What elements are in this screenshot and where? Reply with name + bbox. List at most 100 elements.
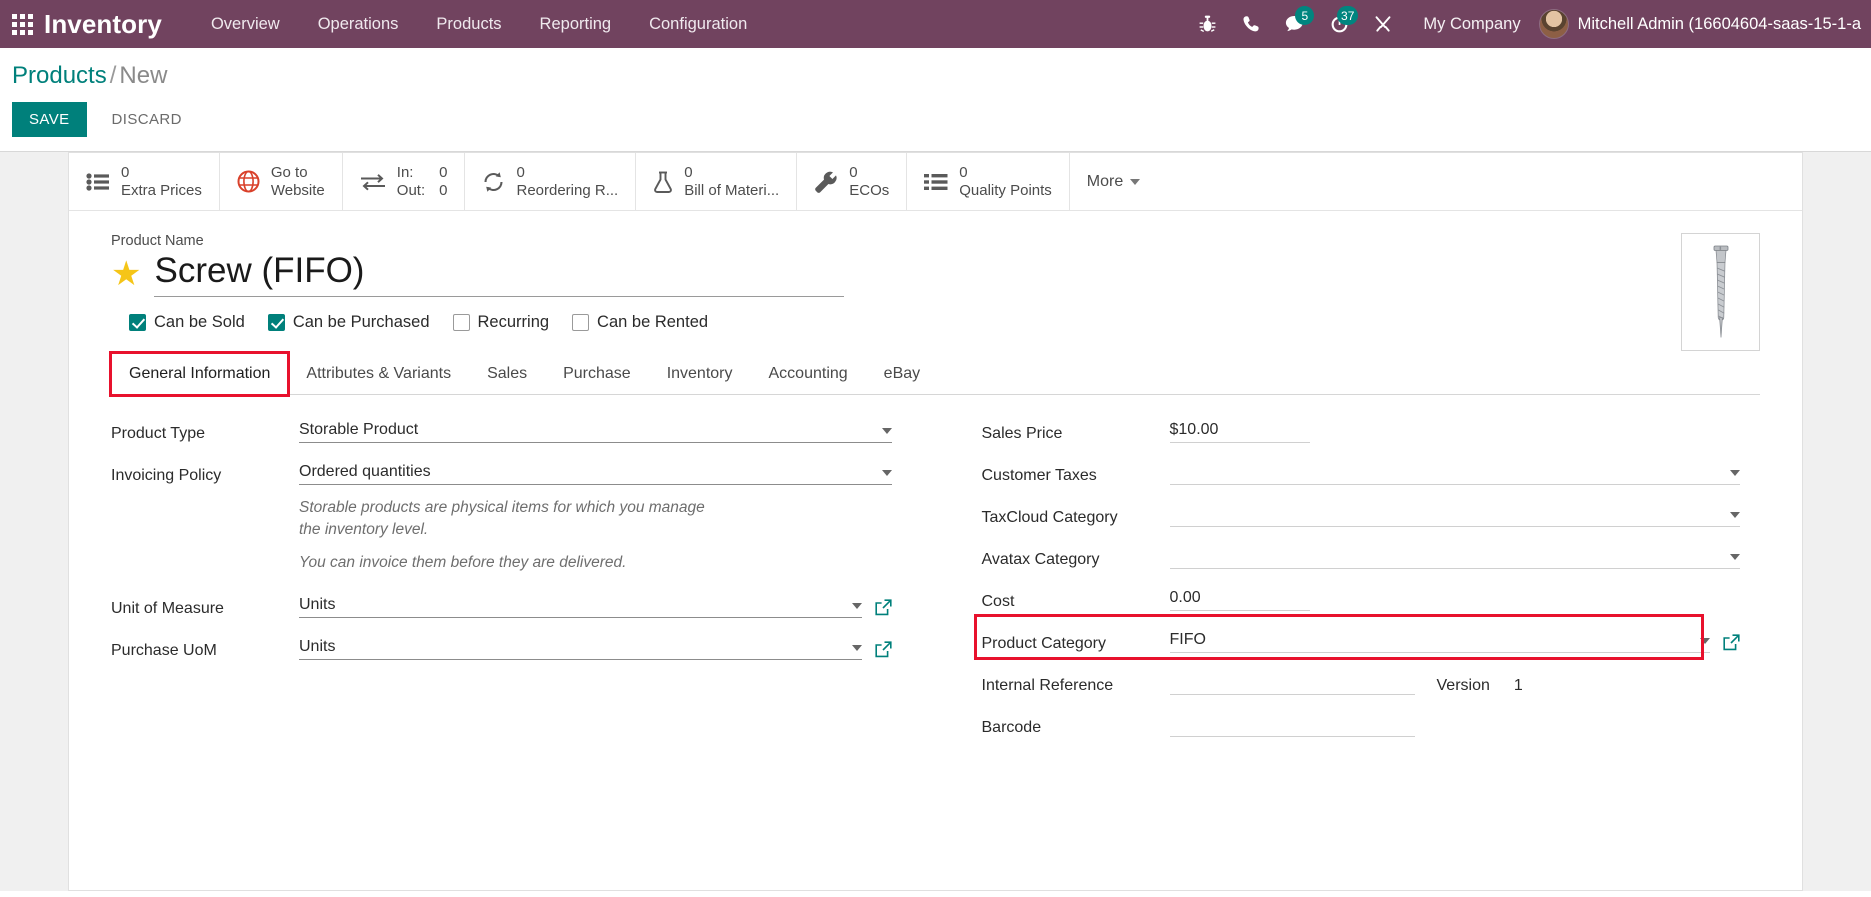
stat-value: 0 bbox=[516, 164, 525, 182]
stat-button-extra-prices[interactable]: 0 Extra Prices bbox=[69, 153, 220, 210]
field-label: TaxCloud Category bbox=[981, 509, 1118, 526]
product-name-label: Product Name bbox=[111, 233, 204, 249]
stat-value: 0 bbox=[684, 164, 693, 182]
checkbox-box[interactable] bbox=[572, 314, 590, 331]
stat-text: 0 Reordering R... bbox=[516, 164, 618, 199]
menu-item-operations[interactable]: Operations bbox=[299, 0, 418, 48]
app-brand-inventory[interactable]: Inventory bbox=[44, 9, 162, 40]
tools-icon[interactable] bbox=[1361, 0, 1405, 48]
chevron-down-icon bbox=[1700, 638, 1710, 644]
breadcrumb-current: New bbox=[119, 62, 168, 89]
internal-reference-input[interactable] bbox=[1169, 669, 1415, 695]
product-type-select[interactable]: Storable Product bbox=[299, 417, 892, 443]
stat-button-quality-points[interactable]: 0 Quality Points bbox=[907, 153, 1070, 210]
screw-image-icon bbox=[1713, 245, 1728, 338]
tab-attributes-variants[interactable]: Attributes & Variants bbox=[288, 353, 469, 395]
avatax-category-input[interactable] bbox=[1169, 543, 1740, 569]
version-label: Version bbox=[1436, 677, 1490, 694]
checkbox-can-be-rented[interactable]: Can be Rented bbox=[572, 313, 708, 332]
field-internal-reference: Internal Reference Version 1 bbox=[982, 665, 1741, 695]
cost-input[interactable]: 0.00 bbox=[1169, 585, 1310, 611]
field-purchase-uom: Purchase UoM Units bbox=[111, 630, 892, 661]
sheet-background: 0 Extra Prices Go to Website In: Out: 0 … bbox=[0, 152, 1871, 891]
stat-button-go-to-website[interactable]: Go to Website bbox=[220, 153, 343, 210]
apps-grid-icon[interactable] bbox=[0, 13, 44, 35]
customer-taxes-input[interactable] bbox=[1169, 459, 1740, 485]
checkbox-can-be-sold[interactable]: Can be Sold bbox=[129, 313, 245, 332]
checkbox-recurring[interactable]: Recurring bbox=[452, 313, 549, 332]
tab-general-information[interactable]: General Information bbox=[108, 351, 291, 397]
stat-value: 0 bbox=[959, 164, 968, 182]
field-sales-price: Sales Price $10.00 bbox=[982, 413, 1741, 443]
messages-icon[interactable]: 5 bbox=[1273, 0, 1317, 48]
product-category-select[interactable]: FIFO bbox=[1169, 627, 1710, 653]
field-label: Unit of Measure bbox=[111, 600, 224, 618]
stat-label: Reordering R... bbox=[516, 181, 619, 199]
more-stat-buttons-dropdown[interactable]: More bbox=[1070, 153, 1157, 210]
form-body: Product Name ★ Screw (FIFO) Can be Sold … bbox=[69, 211, 1802, 749]
stat-button-bill-of-materials[interactable]: 0 Bill of Materi... bbox=[636, 153, 798, 210]
menu-item-products[interactable]: Products bbox=[417, 0, 520, 48]
purchase-uom-select[interactable]: Units bbox=[299, 634, 862, 661]
tab-purchase[interactable]: Purchase bbox=[545, 353, 649, 395]
tab-ebay[interactable]: eBay bbox=[866, 353, 938, 395]
star-icon[interactable]: ★ bbox=[111, 257, 141, 291]
field-value: Storable Product bbox=[299, 421, 419, 438]
globe-icon bbox=[237, 170, 260, 193]
unit-of-measure-select[interactable]: Units bbox=[299, 592, 862, 619]
stat-button-ecos[interactable]: 0 ECOs bbox=[797, 153, 908, 210]
breadcrumb: Products / New bbox=[12, 62, 1871, 90]
version-value: 1 bbox=[1513, 677, 1523, 694]
invoicing-policy-select[interactable]: Ordered quantities bbox=[299, 459, 892, 485]
stat-button-row: 0 Extra Prices Go to Website In: Out: 0 … bbox=[69, 153, 1802, 211]
stat-value: 0 bbox=[121, 164, 130, 182]
stat-text: 0 Quality Points bbox=[959, 164, 1052, 199]
checkbox-box[interactable] bbox=[452, 314, 470, 331]
external-link-icon[interactable] bbox=[874, 641, 892, 660]
user-menu[interactable]: Mitchell Admin (16604604-saas-15-1-a bbox=[1538, 9, 1871, 39]
stat-text: 0 ECOs bbox=[849, 164, 889, 199]
activity-clock-icon[interactable]: 37 bbox=[1317, 0, 1361, 48]
transfer-icon bbox=[360, 173, 386, 191]
invoicing-policy-hint: You can invoice them before they are del… bbox=[299, 553, 627, 571]
stat-text: In: Out: 0 0 bbox=[397, 164, 448, 200]
checkbox-can-be-purchased[interactable]: Can be Purchased bbox=[267, 313, 430, 332]
product-name-input[interactable]: Screw (FIFO) bbox=[154, 251, 845, 297]
tab-sales[interactable]: Sales bbox=[469, 353, 545, 395]
discard-button[interactable]: DISCARD bbox=[95, 102, 199, 137]
external-link-icon[interactable] bbox=[1723, 634, 1740, 653]
product-image[interactable] bbox=[1681, 233, 1760, 351]
stat-button-in-out[interactable]: In: Out: 0 0 bbox=[343, 153, 466, 210]
phone-icon[interactable] bbox=[1229, 0, 1273, 48]
taxcloud-category-input[interactable] bbox=[1169, 501, 1740, 527]
stat-button-reordering-rules[interactable]: 0 Reordering R... bbox=[465, 153, 637, 210]
save-button[interactable]: SAVE bbox=[12, 102, 87, 137]
stat-key-out: Out: bbox=[396, 181, 426, 199]
sales-price-input[interactable]: $10.00 bbox=[1169, 417, 1310, 443]
menu-item-configuration[interactable]: Configuration bbox=[630, 0, 766, 48]
field-taxcloud-category: TaxCloud Category bbox=[981, 497, 1740, 527]
chevron-down-icon bbox=[881, 428, 892, 434]
breadcrumb-products[interactable]: Products bbox=[12, 62, 107, 89]
chevron-down-icon bbox=[851, 645, 862, 652]
bug-icon[interactable] bbox=[1185, 0, 1229, 48]
tab-inventory[interactable]: Inventory bbox=[649, 353, 751, 395]
tab-accounting[interactable]: Accounting bbox=[751, 353, 866, 395]
barcode-input[interactable] bbox=[1169, 711, 1415, 737]
menu-item-overview[interactable]: Overview bbox=[192, 0, 299, 48]
stat-text: Go to Website bbox=[271, 164, 325, 199]
menu-item-reporting[interactable]: Reporting bbox=[521, 0, 631, 48]
form-notebook-tabs: General Information Attributes & Variant… bbox=[108, 351, 1760, 397]
flask-icon bbox=[653, 171, 673, 193]
external-link-icon[interactable] bbox=[874, 599, 892, 618]
left-field-column: Product Type Storable Product Invoicing … bbox=[111, 413, 936, 749]
checkbox-box[interactable] bbox=[129, 314, 146, 331]
checkbox-box[interactable] bbox=[267, 314, 285, 331]
field-value: FIFO bbox=[1169, 631, 1206, 648]
more-label: More bbox=[1086, 172, 1124, 190]
chevron-down-icon bbox=[1730, 470, 1740, 476]
company-selector[interactable]: My Company bbox=[1405, 15, 1538, 34]
field-label: Product Category bbox=[981, 635, 1107, 652]
checkbox-label: Can be Rented bbox=[597, 313, 709, 331]
field-label: Sales Price bbox=[981, 425, 1063, 442]
